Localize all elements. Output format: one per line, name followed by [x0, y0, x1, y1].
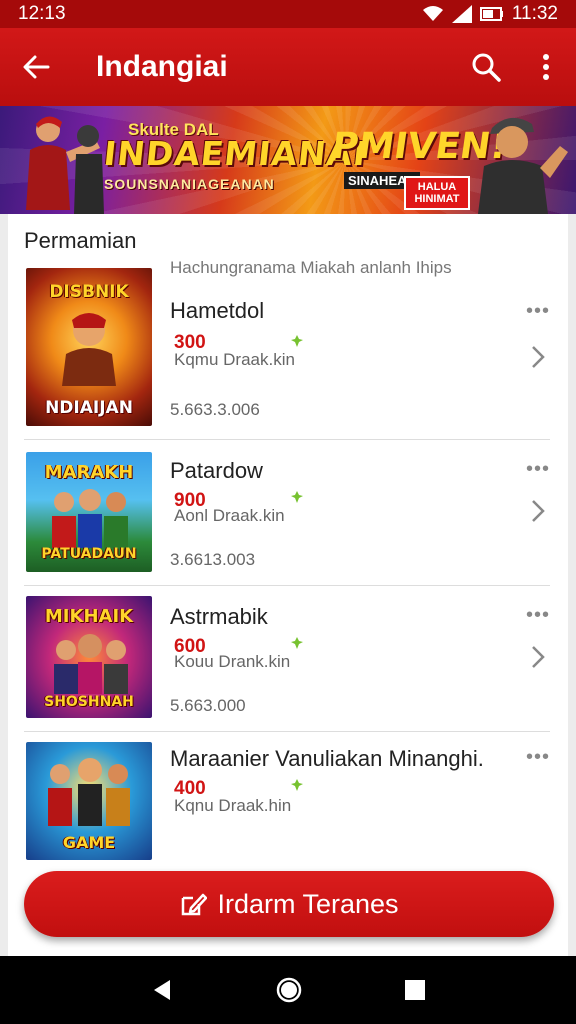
item-more-button[interactable]: ••• — [526, 300, 550, 323]
app-bar: Indangiai — [0, 28, 576, 106]
chevron-right-icon[interactable] — [528, 644, 548, 670]
primary-action-label: Irdarm Teranes — [217, 888, 399, 919]
game-name: Hametdol — [170, 298, 265, 323]
primary-action-button[interactable]: Irdarm Teranes — [24, 871, 554, 937]
game-character-figure — [48, 758, 130, 826]
game-list-item[interactable]: GAME Maraanier Vanuliakan Minanghi. 400 … — [24, 732, 550, 862]
game-thumbnail: MIKHAIK SHOSHNAH — [26, 596, 152, 718]
game-character-figure — [52, 489, 128, 548]
game-list-item[interactable]: MARAKH PATUADAUN Patardow 900 Aonl Draak… — [24, 440, 550, 586]
overflow-menu-button[interactable] — [516, 28, 576, 106]
search-button[interactable] — [456, 28, 516, 106]
edit-icon — [182, 893, 208, 916]
promo-banner[interactable]: Skulte DAL INDAEMIANAI SOUNSNANIAGEANAN … — [0, 106, 576, 214]
game-subtitle: Kouu Drank.kin — [174, 652, 291, 671]
status-bar: 12:13 11:32 — [0, 0, 576, 28]
game-name: Patardow — [170, 458, 263, 483]
game-count: 3.6613.003 — [170, 550, 256, 569]
chevron-right-icon[interactable] — [528, 344, 548, 370]
game-subtitle: Aonl Draak.kin — [174, 506, 285, 525]
back-button[interactable] — [0, 28, 72, 106]
more-vertical-icon — [543, 54, 549, 80]
page-title: Indangiai — [96, 50, 228, 83]
game-list-item[interactable]: MIKHAIK SHOSHNAH Astrmabik 600 Kouu Dran… — [24, 586, 550, 732]
signal-icon — [451, 5, 472, 23]
status-time-left: 12:13 — [18, 3, 66, 24]
search-icon — [472, 53, 501, 82]
nav-recents-icon[interactable] — [404, 979, 426, 1001]
leaf-icon — [291, 491, 303, 503]
status-time-right: 11:32 — [511, 3, 558, 24]
wifi-icon — [422, 6, 443, 21]
banner-promo-tag: HALUA HINIMAT — [404, 176, 470, 210]
leaf-icon — [291, 335, 303, 347]
game-subtitle: Kqmu Draak.kin — [174, 350, 295, 369]
item-more-button[interactable]: ••• — [526, 746, 550, 769]
battery-icon — [479, 7, 503, 21]
banner-hero-figure — [26, 116, 104, 214]
nav-back-icon[interactable] — [150, 978, 174, 1002]
system-nav-bar — [0, 956, 576, 1024]
arrow-left-icon — [23, 55, 50, 79]
chevron-right-icon[interactable] — [528, 498, 548, 524]
game-list-item[interactable]: DISBNIK NDIAIJAN Hametdol 300 Kqmu Draak… — [24, 264, 550, 440]
game-subtitle: Kqnu Draak.hin — [174, 796, 292, 815]
game-thumbnail: GAME — [26, 742, 152, 860]
game-thumbnail: MARAKH PATUADAUN — [26, 452, 152, 572]
game-character-figure — [62, 313, 116, 386]
game-count: 5.663.000 — [170, 696, 246, 715]
banner-title: INDAEMIANAI — [101, 134, 369, 173]
game-thumbnail: DISBNIK NDIAIJAN — [26, 268, 152, 426]
games-card: Permamian Hachungranama Miakah anlanh Ih… — [8, 214, 568, 956]
item-more-button[interactable]: ••• — [526, 604, 550, 627]
game-name: Maraanier Vanuliakan Minanghi. — [170, 746, 484, 771]
banner-subtitle: SOUNSNANIAGEANAN — [104, 176, 275, 192]
game-count: 5.663.3.006 — [170, 400, 260, 419]
nav-home-icon[interactable] — [275, 976, 303, 1004]
game-character-figure — [54, 634, 128, 694]
leaf-icon — [291, 637, 303, 649]
game-name: Astrmabik — [170, 604, 268, 629]
item-more-button[interactable]: ••• — [526, 458, 550, 481]
banner-mascot-figure — [478, 117, 568, 214]
leaf-icon — [291, 779, 303, 791]
section-title: Permamian — [24, 228, 137, 253]
status-icons: 11:32 — [422, 3, 558, 25]
